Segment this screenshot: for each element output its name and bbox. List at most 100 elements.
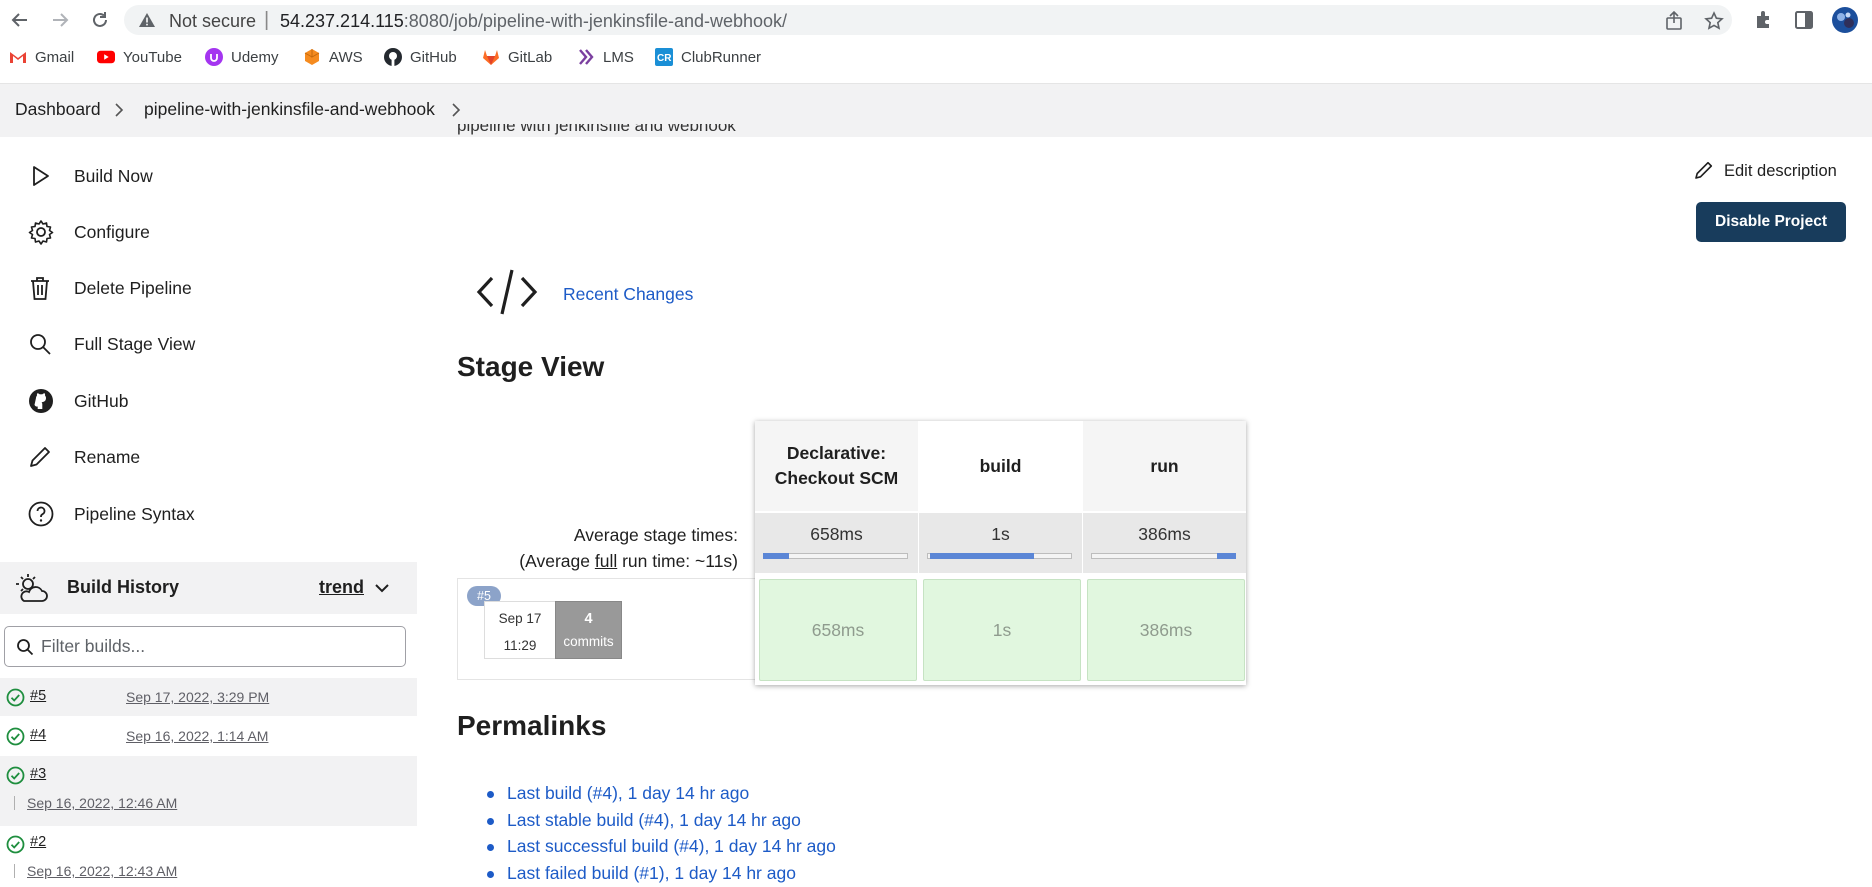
chevron-right-icon[interactable] bbox=[449, 101, 463, 119]
build-history-header: Build History trend bbox=[0, 562, 417, 614]
stage-average-bar bbox=[930, 553, 1034, 559]
build-number-link[interactable]: #5 bbox=[30, 688, 46, 704]
build-timestamp: Sep 17 11:29 bbox=[484, 601, 556, 659]
profile-avatar-icon[interactable] bbox=[1831, 6, 1859, 34]
build-date-link[interactable]: Sep 16, 2022, 1:14 AM bbox=[126, 728, 268, 744]
bookmark-youtube[interactable]: YouTube bbox=[97, 48, 182, 66]
play-icon bbox=[28, 159, 62, 193]
bookmark-udemy[interactable]: Udemy bbox=[205, 48, 279, 66]
build-row: #4 Sep 16, 2022, 1:14 AM bbox=[0, 717, 417, 755]
forward-button[interactable] bbox=[48, 8, 72, 32]
average-stage-times-label: Average stage times: (Average full run t… bbox=[519, 525, 738, 571]
search-icon bbox=[16, 638, 34, 661]
stage-average: 1s bbox=[919, 513, 1082, 573]
chevron-right-icon[interactable] bbox=[112, 101, 126, 119]
stage-average: 658ms bbox=[755, 513, 918, 573]
svg-text:CR: CR bbox=[657, 53, 672, 64]
build-number-link[interactable]: #4 bbox=[30, 727, 46, 743]
breadcrumb: Dashboard pipeline-with-jenkinsfile-and-… bbox=[0, 83, 1872, 137]
reload-button[interactable] bbox=[88, 8, 112, 32]
task-full-stage-view[interactable]: Full Stage View bbox=[28, 324, 195, 364]
build-history-title: Build History bbox=[67, 577, 180, 597]
bookmark-gmail[interactable]: Gmail bbox=[9, 48, 74, 66]
breadcrumb-job[interactable]: pipeline-with-jenkinsfile-and-webhook bbox=[144, 99, 435, 120]
pencil-icon bbox=[1694, 160, 1716, 182]
success-icon bbox=[6, 688, 25, 707]
chevron-down-icon[interactable] bbox=[374, 581, 390, 599]
github-icon bbox=[384, 48, 402, 66]
bookmark-lms[interactable]: LMS bbox=[577, 48, 634, 66]
github-icon bbox=[28, 384, 62, 418]
permalinks-title: Permalinks bbox=[457, 710, 607, 741]
stage-cell[interactable]: 1s bbox=[923, 579, 1081, 681]
task-configure[interactable]: Configure bbox=[28, 212, 150, 252]
bookmark-clubrunner[interactable]: CR ClubRunner bbox=[655, 48, 761, 66]
bookmark-aws[interactable]: AWS bbox=[303, 48, 363, 66]
stage-cell[interactable]: 658ms bbox=[759, 579, 917, 681]
code-icon bbox=[476, 266, 538, 318]
stage-header: Declarative: Checkout SCM bbox=[755, 421, 918, 511]
build-number-link[interactable]: #3 bbox=[30, 766, 46, 782]
youtube-icon bbox=[97, 48, 115, 66]
success-icon bbox=[6, 835, 25, 854]
commits-badge[interactable]: 4 commits bbox=[555, 601, 622, 659]
stage-header: build bbox=[919, 421, 1082, 511]
lms-icon bbox=[577, 48, 595, 66]
side-panel-icon[interactable] bbox=[1792, 8, 1816, 32]
browser-toolbar: Not secure | 54.237.214.115:8080/job/pip… bbox=[0, 0, 1872, 40]
divider bbox=[14, 864, 15, 878]
stage-header: run bbox=[1083, 421, 1246, 511]
back-button[interactable] bbox=[8, 8, 32, 32]
filter-builds-field[interactable] bbox=[41, 636, 391, 657]
url-separator: | bbox=[264, 9, 270, 31]
filter-builds-input[interactable] bbox=[4, 626, 406, 667]
search-icon bbox=[28, 327, 62, 361]
trash-icon bbox=[28, 271, 62, 305]
task-github[interactable]: GitHub bbox=[28, 381, 128, 421]
stage-cell[interactable]: 386ms bbox=[1087, 579, 1245, 681]
permalink-last-build[interactable]: Last build (#4), 1 day 14 hr ago bbox=[484, 783, 836, 810]
permalinks-list: Last build (#4), 1 day 14 hr ago Last st… bbox=[484, 783, 836, 887]
build-date-link[interactable]: Sep 17, 2022, 3:29 PM bbox=[126, 689, 269, 705]
build-date-link[interactable]: Sep 16, 2022, 12:43 AM bbox=[27, 863, 177, 879]
gear-icon bbox=[28, 215, 62, 249]
disable-project-button[interactable]: Disable Project bbox=[1696, 202, 1846, 242]
job-description: pipeline with jenkinsfile and webhook bbox=[457, 124, 736, 135]
clubrunner-icon: CR bbox=[655, 48, 673, 66]
bookmark-gitlab[interactable]: GitLab bbox=[482, 48, 552, 66]
help-icon bbox=[28, 497, 62, 531]
build-row: #3 Sep 16, 2022, 12:46 AM bbox=[0, 756, 417, 826]
build-date-link[interactable]: Sep 16, 2022, 12:46 AM bbox=[27, 795, 177, 811]
recent-changes-link[interactable]: Recent Changes bbox=[563, 284, 693, 305]
gmail-icon bbox=[9, 48, 27, 66]
success-icon bbox=[6, 766, 25, 785]
build-number-link[interactable]: #2 bbox=[30, 834, 46, 850]
aws-icon bbox=[303, 48, 321, 66]
url-text: 54.237.214.115:8080/job/pipeline-with-je… bbox=[280, 11, 788, 31]
warning-icon bbox=[138, 12, 156, 33]
share-icon[interactable] bbox=[1664, 10, 1684, 31]
edit-description-link[interactable]: Edit description bbox=[1694, 160, 1837, 182]
weather-icon bbox=[16, 573, 48, 608]
star-icon[interactable] bbox=[1704, 11, 1724, 31]
breadcrumb-dashboard[interactable]: Dashboard bbox=[15, 99, 101, 120]
permalink-last-failed-build[interactable]: Last failed build (#1), 1 day 14 hr ago bbox=[484, 863, 836, 887]
stage-view-table: Declarative: Checkout SCM 658ms 658ms bui… bbox=[755, 421, 1246, 685]
trend-link[interactable]: trend bbox=[319, 577, 364, 598]
task-pipeline-syntax[interactable]: Pipeline Syntax bbox=[28, 494, 195, 534]
build-row: #5 Sep 17, 2022, 3:29 PM bbox=[0, 678, 417, 716]
build-row: #2 Sep 16, 2022, 12:43 AM bbox=[0, 827, 417, 887]
bookmarks-bar: Gmail YouTube Udemy AWS GitHub GitLab LM… bbox=[0, 44, 1872, 74]
stage-average-bar bbox=[763, 553, 789, 559]
pencil-icon bbox=[28, 440, 62, 474]
task-delete-pipeline[interactable]: Delete Pipeline bbox=[28, 268, 192, 308]
divider bbox=[14, 796, 15, 810]
extensions-icon[interactable] bbox=[1752, 8, 1776, 32]
bookmark-github[interactable]: GitHub bbox=[384, 48, 457, 66]
task-rename[interactable]: Rename bbox=[28, 437, 140, 477]
address-bar[interactable]: Not secure | 54.237.214.115:8080/job/pip… bbox=[124, 5, 1732, 35]
permalink-last-successful-build[interactable]: Last successful build (#4), 1 day 14 hr … bbox=[484, 836, 836, 863]
permalink-last-stable-build[interactable]: Last stable build (#4), 1 day 14 hr ago bbox=[484, 810, 836, 837]
task-build-now[interactable]: Build Now bbox=[28, 156, 153, 196]
security-label: Not secure bbox=[169, 11, 257, 31]
